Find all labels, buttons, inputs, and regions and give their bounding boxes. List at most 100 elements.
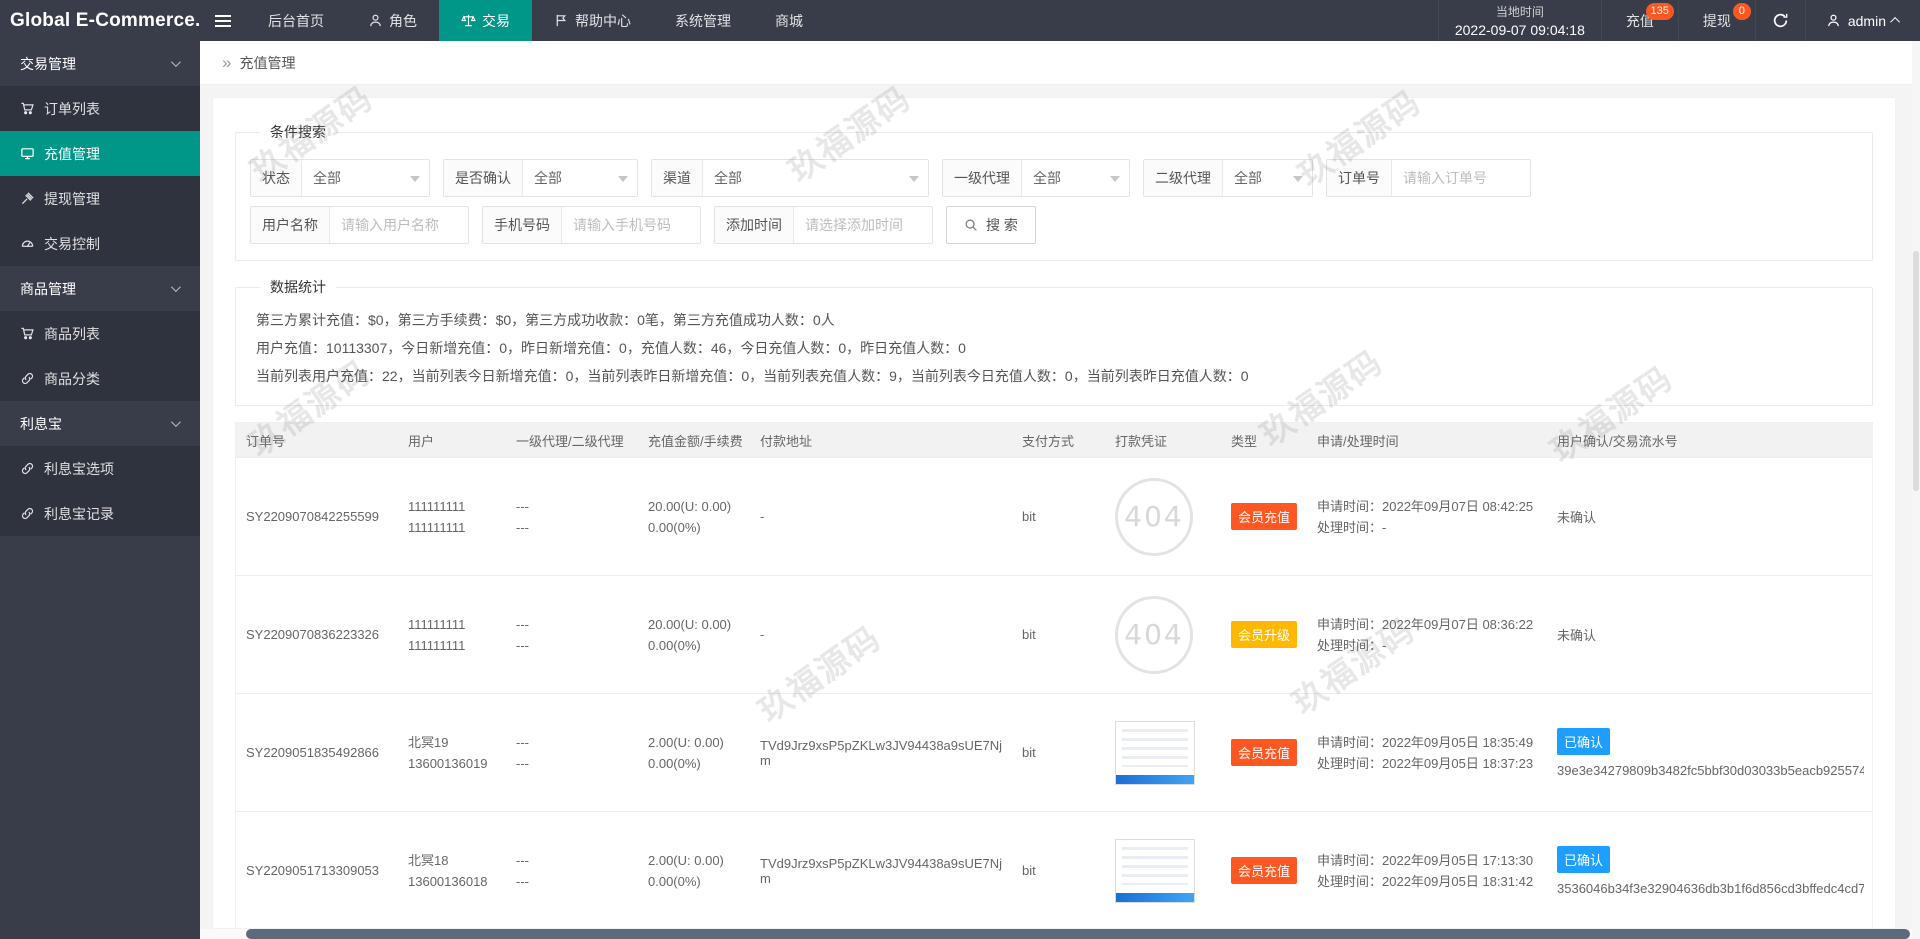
user-account: 13600136019 <box>408 755 488 771</box>
order-no-input[interactable] <box>1392 160 1530 196</box>
agent1-select[interactable]: 全部 <box>1022 160 1129 196</box>
payment-proof-thumbnail[interactable] <box>1115 838 1195 903</box>
stats-fieldset: 数据统计 第三方累计充值：$0，第三方手续费：$0，第三方成功收款：0笔，第三方… <box>235 277 1873 406</box>
app-logo: Global E-Commerce... <box>10 10 200 31</box>
agent2-label: 二级代理 <box>1144 160 1223 196</box>
user-icon <box>1827 14 1839 27</box>
sidebar-item-goods-category[interactable]: 商品分类 <box>0 356 200 401</box>
sidebar-item-withdraw-mgmt-label: 提现管理 <box>44 190 100 207</box>
cell-times: 申请时间：2022年09月05日 17:13:30 处理时间：2022年09月0… <box>1307 840 1547 902</box>
channel-label: 渠道 <box>652 160 703 196</box>
stats-legend: 数据统计 <box>270 279 326 295</box>
user-name: 北冥19 <box>408 734 449 750</box>
confirmed-label: 是否确认 <box>444 160 523 196</box>
payment-proof-thumbnail[interactable] <box>1115 720 1195 785</box>
withdraw-count-badge: 0 <box>1732 3 1751 20</box>
user-name: 111111111 <box>408 616 466 632</box>
channel-select[interactable]: 全部 <box>703 160 928 196</box>
nav-help-center-label: 帮助中心 <box>575 12 631 29</box>
apply-time: 申请时间：2022年09月07日 08:36:22 <box>1317 616 1534 632</box>
sidebar-item-goods-list[interactable]: 商品列表 <box>0 311 200 356</box>
user-menu[interactable]: admin <box>1806 0 1920 41</box>
nav-help-center[interactable]: 帮助中心 <box>532 0 653 41</box>
sidebar-item-lixibao-options-label: 利息宝选项 <box>44 460 114 477</box>
add-time-input[interactable] <box>794 207 932 243</box>
type-badge: 会员升级 <box>1231 621 1298 648</box>
cell-address: - <box>760 627 765 642</box>
fee: 0.00(0%) <box>648 519 701 535</box>
dropdown-caret-icon <box>618 176 628 182</box>
col-amount: 充值金额/手续费 <box>648 433 743 449</box>
nav-system[interactable]: 系统管理 <box>653 0 753 41</box>
cell-confirm: 未确认 <box>1547 615 1872 654</box>
sidebar-item-lixibao-records[interactable]: 利息宝记录 <box>0 491 200 536</box>
sidebar-group-trade[interactable]: 交易管理 <box>0 41 200 86</box>
agent1-value: 全部 <box>1033 170 1061 186</box>
sidebar-item-withdraw-mgmt[interactable]: 提现管理 <box>0 176 200 221</box>
agent2-select[interactable]: 全部 <box>1223 160 1312 196</box>
col-order-no: 订单号 <box>246 433 286 449</box>
nav-trade-label: 交易 <box>482 12 510 29</box>
cell-type: 会员充值 <box>1221 493 1307 540</box>
content-card: 条件搜索 状态 全部 是否确认 全部 渠道 全部 一级代理 全部 二级代理 全部… <box>212 97 1896 929</box>
sidebar-item-order-list-label: 订单列表 <box>44 100 100 117</box>
stats-line-thirdparty: 第三方累计充值：$0，第三方手续费：$0，第三方成功收款：0笔，第三方充值成功人… <box>256 312 835 328</box>
vertical-scrollbar[interactable] <box>1912 41 1920 939</box>
withdraw-notifications-button[interactable]: 提现 0 <box>1679 0 1756 41</box>
amount: 20.00(U: 0.00) <box>648 498 732 514</box>
col-agents: 一级代理/二级代理 <box>516 433 624 449</box>
nav-dashboard[interactable]: 后台首页 <box>246 0 346 41</box>
billboard-icon <box>21 148 34 160</box>
status-select[interactable]: 全部 <box>302 160 429 196</box>
agent1: --- <box>516 498 529 514</box>
refresh-button[interactable] <box>1756 0 1806 41</box>
phone-label: 手机号码 <box>483 207 562 243</box>
confirmed-badge: 已确认 <box>1557 727 1611 755</box>
user-name: 111111111 <box>408 498 466 514</box>
top-nav: 后台首页 角色 交易 帮助中心 系统管理 商城 <box>246 0 825 41</box>
sidebar-group-goods[interactable]: 商品管理 <box>0 266 200 311</box>
gavel-icon <box>21 192 34 205</box>
local-time: 当地时间 2022-09-07 09:04:18 <box>1437 0 1602 41</box>
sidebar-item-recharge-mgmt[interactable]: 充值管理 <box>0 131 200 176</box>
search-icon <box>965 219 977 231</box>
amount: 2.00(U: 0.00) <box>648 852 724 868</box>
apply-time: 申请时间：2022年09月05日 18:35:49 <box>1317 734 1534 750</box>
username-input[interactable] <box>330 207 468 243</box>
vertical-scrollbar-thumb[interactable] <box>1913 251 1919 491</box>
recharge-notifications-button[interactable]: 充值 135 <box>1602 0 1679 41</box>
horizontal-scrollbar-thumb[interactable] <box>246 929 1910 939</box>
sidebar-item-trade-control[interactable]: 交易控制 <box>0 221 200 266</box>
cell-amount: 20.00(U: 0.00) 0.00(0%) <box>638 486 750 548</box>
nav-trade[interactable]: 交易 <box>439 0 532 41</box>
proof-404-placeholder: 404 <box>1115 595 1193 674</box>
confirmed-select[interactable]: 全部 <box>523 160 637 196</box>
cart-icon <box>21 102 34 115</box>
sidebar-toggle-button[interactable] <box>200 0 246 41</box>
proof-404-placeholder: 404 <box>1115 477 1193 556</box>
nav-roles[interactable]: 角色 <box>346 0 439 41</box>
phone-input[interactable] <box>562 207 700 243</box>
agent2: --- <box>516 873 529 889</box>
cell-proof <box>1105 829 1221 913</box>
cell-address: TVd9Jrz9xsP5pZKLw3JV94438a9sUE7Njm <box>760 855 1003 886</box>
horizontal-scrollbar[interactable] <box>200 929 1912 939</box>
breadcrumb: » 充值管理 <box>200 41 1912 85</box>
nav-roles-label: 角色 <box>389 12 417 29</box>
sidebar-group-lixibao[interactable]: 利息宝 <box>0 401 200 446</box>
sidebar-group-trade-label: 交易管理 <box>20 55 76 72</box>
fee: 0.00(0%) <box>648 873 701 889</box>
user-account: 13600136018 <box>408 873 488 889</box>
nav-mall-label: 商城 <box>775 12 803 29</box>
search-button[interactable]: 搜 索 <box>946 206 1036 244</box>
sidebar-item-lixibao-options[interactable]: 利息宝选项 <box>0 446 200 491</box>
chevron-down-icon <box>170 57 181 68</box>
nav-mall[interactable]: 商城 <box>753 0 825 41</box>
cell-agents: --- --- <box>506 840 638 902</box>
col-pay-method: 支付方式 <box>1022 433 1075 449</box>
cell-address: TVd9Jrz9xsP5pZKLw3JV94438a9sUE7Njm <box>760 737 1003 768</box>
sidebar: 交易管理 订单列表 充值管理 提现管理 交易控制 商品管理 商品列表 商品分类 … <box>0 41 200 939</box>
transaction-hash: 3536046b34f3e32904636db3b1f6d856cd3bffed… <box>1557 880 1864 896</box>
sidebar-item-order-list[interactable]: 订单列表 <box>0 86 200 131</box>
cell-confirm: 已确认 39e3e34279809b3482fc5bbf30d03033b5ea… <box>1547 718 1872 788</box>
